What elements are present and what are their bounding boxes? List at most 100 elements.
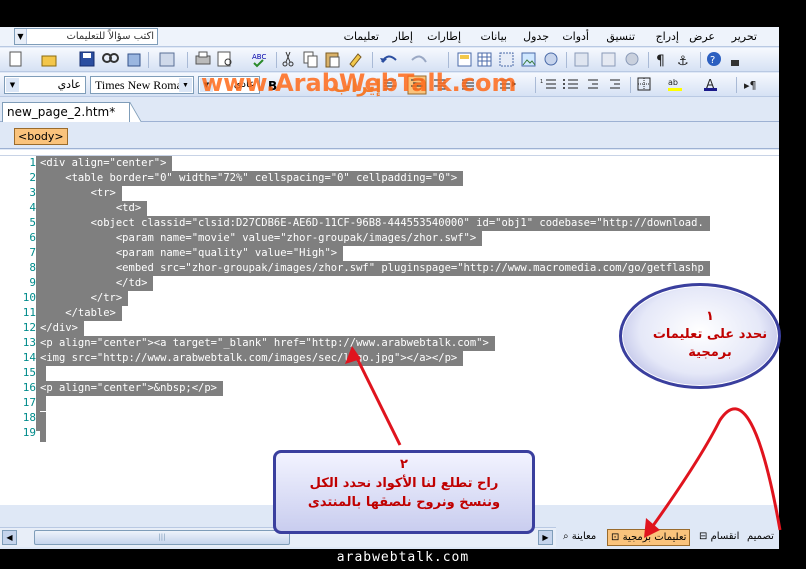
split-label: انقسام [710, 531, 740, 542]
format-painter-icon [349, 53, 362, 68]
open-folder-icon [41, 55, 57, 67]
menu-frames[interactable]: إطارات [427, 30, 461, 43]
paste-icon [325, 52, 340, 68]
font-color-icon: A [704, 77, 717, 91]
bulleted-list-icon [563, 79, 578, 89]
code-line[interactable]: <param name="quality" value="High"> [40, 246, 344, 261]
code-line[interactable]: <tr> [40, 186, 122, 201]
undo-icon [380, 55, 397, 63]
code-line[interactable]: <param name="movie" value="zhor-groupak/… [40, 231, 483, 246]
line-number: 15 [22, 366, 36, 379]
quick-tag-selector: <body> [0, 123, 779, 149]
svg-text:ab: ab [668, 78, 678, 87]
line-number: 1 [29, 156, 36, 169]
line-number: 14 [22, 351, 36, 364]
ask-question-box[interactable]: اكتب سؤالاً للتعليمات ▼ [14, 28, 158, 45]
line-number: 10 [22, 291, 36, 304]
footer-url: arabwebtalk.com [336, 550, 470, 565]
line-number: 8 [29, 261, 36, 274]
line-number: 4 [29, 201, 36, 214]
code-line[interactable]: </table> [40, 306, 122, 321]
tab-preview[interactable]: معاينة ⌕ [560, 529, 599, 546]
line-number: 9 [29, 276, 36, 289]
menu-view[interactable]: عرض [689, 30, 715, 43]
line-number: 6 [29, 231, 36, 244]
code-view-icon: ⊡ [611, 532, 620, 543]
line-number: 3 [29, 186, 36, 199]
document-tab-bar: new_page_2.htm* [0, 99, 779, 122]
tab-split[interactable]: انقسام ⊟ [696, 529, 742, 546]
save-icon [79, 51, 95, 67]
code-line[interactable]: </td> [40, 276, 154, 291]
web-components-icon [159, 52, 175, 67]
callout-oval-line1: نحدد على تعليمات [652, 327, 768, 342]
view-tabs: معاينة ⌕ تعليمات برمجية ⊡ انقسام ⊟ تصميم [556, 527, 779, 547]
code-line[interactable]: <div align="center"> [40, 156, 173, 171]
body-tag-button[interactable]: <body> [14, 128, 68, 145]
increase-indent-icon [610, 79, 620, 89]
callout-box-line2: وننسخ ونروح نلصقها بالمنتدى [307, 495, 501, 510]
svg-text:?: ? [710, 55, 715, 66]
borders-icon [637, 77, 651, 91]
menu-bar: تحرير عرض إدراج تنسيق أدوات جدول بيانات … [0, 27, 779, 47]
tab-design[interactable]: تصميم [744, 529, 777, 546]
style-dropdown[interactable]: عادي ▼ [4, 76, 86, 94]
code-line[interactable]: <object classid="clsid:D27CDB6E-AE6D-11C… [40, 216, 710, 231]
svg-text:A: A [706, 77, 715, 91]
code-line[interactable]: <td> [40, 201, 148, 216]
document-header-text: إيراب [333, 76, 382, 97]
code-label: تعليمات برمجية [622, 532, 687, 543]
window-edge [779, 27, 806, 549]
menu-data[interactable]: بيانات [480, 30, 507, 43]
code-line[interactable]: </div> [40, 321, 84, 336]
style-value: عادي [57, 78, 81, 91]
insert-table-icon [477, 52, 492, 67]
preview-label: معاينة [571, 531, 597, 542]
code-line[interactable]: <p align="center"><a target="_blank" hre… [40, 336, 495, 351]
chevron-down-icon[interactable]: ▼ [6, 78, 19, 92]
refresh-icon [601, 52, 616, 67]
menu-tools[interactable]: أدوات [562, 30, 589, 43]
line-number: 13 [22, 336, 36, 349]
svg-text:⚓: ⚓ [677, 54, 689, 69]
show-all-icon: ¶ [656, 53, 665, 69]
scroll-thumb[interactable]: ||| [34, 530, 290, 545]
line-number: 17 [22, 396, 36, 409]
tab-new-page-2[interactable]: new_page_2.htm* [2, 102, 130, 122]
menu-insert[interactable]: إدراج [656, 30, 679, 43]
scroll-right-icon[interactable]: ▶ [538, 530, 553, 545]
anchor-icon: ⚓ [677, 54, 689, 69]
code-line[interactable]: </tr> [40, 291, 129, 306]
cut-icon [282, 51, 294, 67]
svg-text:¶: ¶ [656, 53, 665, 69]
publish-icon [127, 53, 141, 67]
tab-code[interactable]: تعليمات برمجية ⊡ [607, 529, 691, 546]
font-value: Times New Roman [95, 78, 188, 92]
menu-help[interactable]: تعليمات [344, 30, 379, 43]
menu-format[interactable]: تنسيق [606, 30, 635, 43]
code-line[interactable]: <embed src="zhor-groupak/images/zhor.swf… [40, 261, 710, 276]
menu-edit[interactable]: تحرير [732, 30, 757, 43]
stop-icon [625, 52, 639, 66]
line-number: 2 [29, 171, 36, 184]
font-dropdown[interactable]: Times New Roman ▼ [90, 76, 194, 94]
callout-oval-number: ١ [706, 309, 714, 324]
scroll-left-icon[interactable]: ◀ [2, 530, 17, 545]
paragraph-direction-icon: ▸¶ [744, 79, 757, 92]
code-line[interactable] [40, 396, 46, 411]
insert-picture-icon [521, 52, 536, 67]
spelling-icon: ABC [252, 53, 266, 68]
chevron-down-icon[interactable]: ▼ [179, 78, 192, 92]
callout-box-number: ٢ [400, 457, 408, 472]
print-icon [195, 51, 211, 65]
line-number: 18 [22, 411, 36, 424]
chevron-down-icon[interactable]: ▼ [15, 29, 27, 44]
menu-table[interactable]: جدول [523, 30, 549, 43]
code-line[interactable] [40, 366, 46, 381]
callout-box-line1: راح تطلع لنا الأكواد نحدد الكل [309, 476, 499, 491]
code-line[interactable]: <p align="center">&nbsp;</p> [40, 381, 224, 396]
code-line[interactable]: <img src="http://www.arabwebtalk.com/ima… [40, 351, 464, 366]
code-line[interactable]: <table border="0" width="72%" cellspacin… [40, 171, 464, 186]
svg-text:1: 1 [540, 79, 543, 85]
menu-window[interactable]: إطار [393, 30, 413, 43]
